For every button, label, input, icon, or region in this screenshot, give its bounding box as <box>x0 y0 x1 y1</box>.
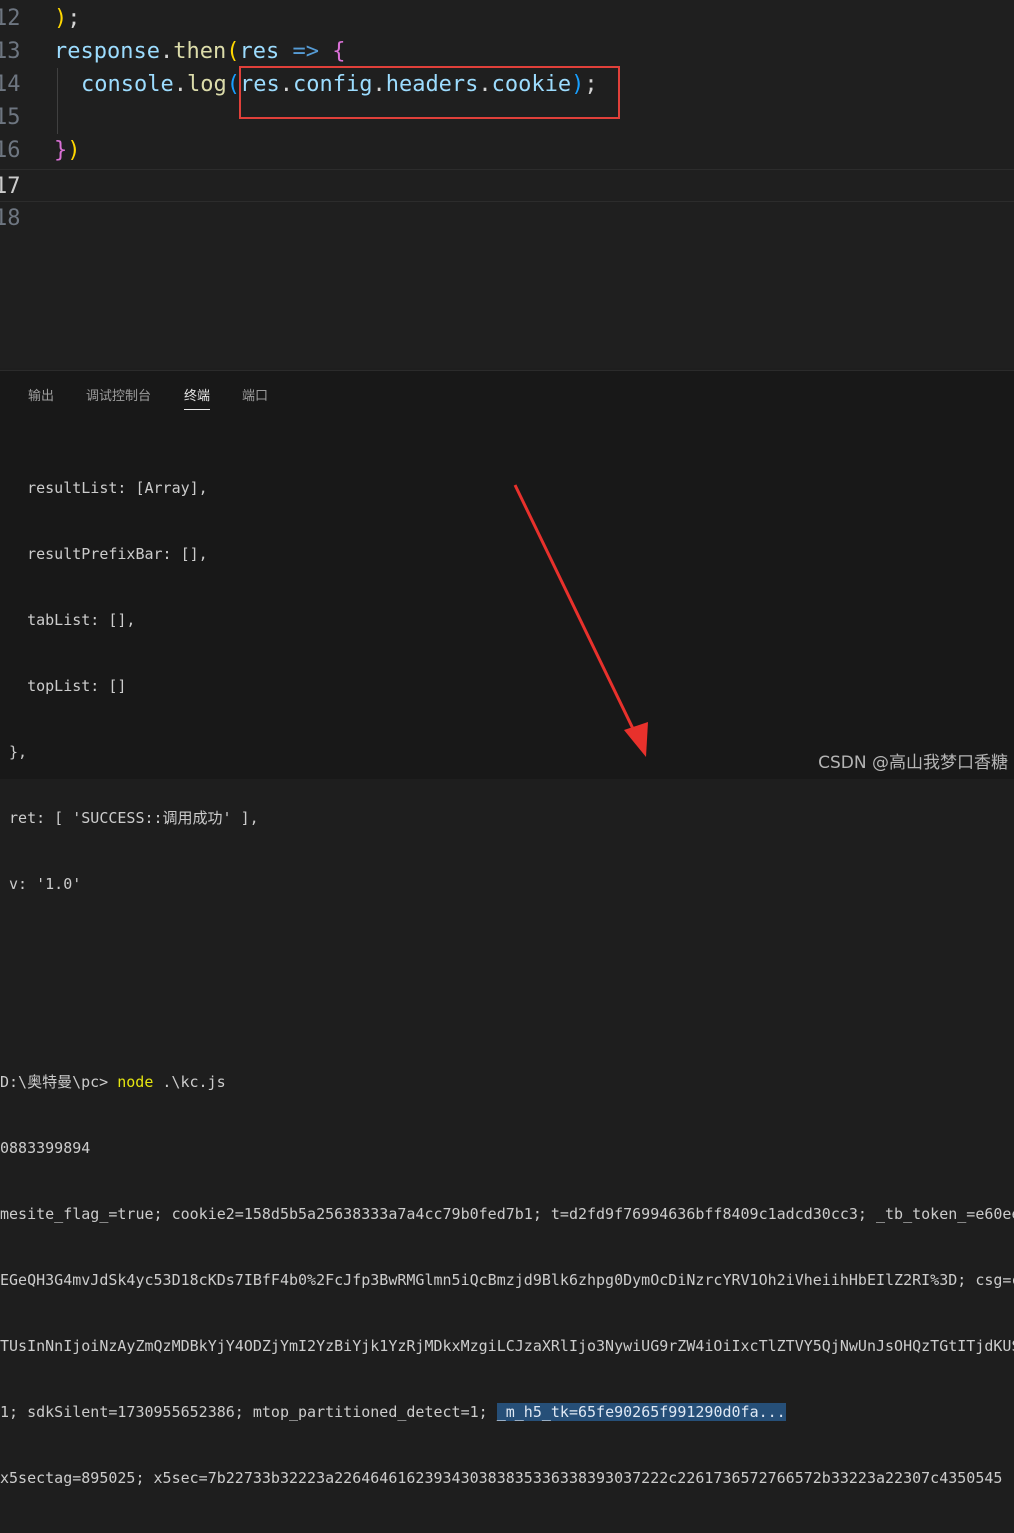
tab-terminal[interactable]: 终端 <box>184 385 211 410</box>
line-number: 15 <box>0 105 21 130</box>
terminal-line: tabList: [], <box>0 611 136 629</box>
code-text: }) <box>54 138 81 163</box>
line-number: 18 <box>0 206 21 231</box>
code-line-12[interactable]: 12 ); <box>0 2 1014 35</box>
code-line-16[interactable]: 16 }) <box>0 134 1014 167</box>
terminal-line: resultList: [Array], <box>0 479 208 497</box>
tab-debug-console[interactable]: 调试控制台 <box>86 385 151 409</box>
tab-ports[interactable]: 端口 <box>242 385 268 409</box>
annotation-highlight-box <box>239 66 620 119</box>
terminal-line: x5sectag=895025; x5sec=7b22733b32223a226… <box>0 1469 1003 1487</box>
bottom-panel: 输出 调试控制台 终端 端口 resultList: [Array], resu… <box>0 370 1014 1487</box>
terminal-line: EGeQH3G4mvJdSk4yc53D18cKDs7IBfF4b0%2FcJf… <box>0 1271 1014 1289</box>
code-line-18[interactable]: 18 <box>0 202 1014 235</box>
code-text: ); <box>54 6 81 31</box>
terminal-line: TUsInNnIjoiNzAyZmQzMDBkYjY4ODZjYmI2YzBiY… <box>0 1337 1014 1355</box>
code-text: response.then(res => { <box>54 39 346 64</box>
terminal-selection-tail[interactable]: ... <box>758 1403 786 1421</box>
watermark: CSDN @高山我梦口香糖 <box>818 753 1008 773</box>
terminal-command: node <box>117 1073 154 1091</box>
line-number: 12 <box>0 6 21 31</box>
terminal-line: v: '1.0' <box>0 875 82 893</box>
terminal-line: ret: [ 'SUCCESS::调用成功' ], <box>0 809 259 827</box>
terminal-line-selected: 1; sdkSilent=1730955652386; mtop_partiti… <box>0 1403 786 1421</box>
terminal-output[interactable]: resultList: [Array], resultPrefixBar: []… <box>0 433 1014 1533</box>
terminal-command-arg: .\kc.js <box>153 1073 226 1091</box>
code-line-13[interactable]: 13 response.then(res => { <box>0 35 1014 68</box>
terminal-line: 0883399894 <box>0 1139 91 1157</box>
tab-output[interactable]: 输出 <box>28 385 54 409</box>
line-number: 16 <box>0 138 21 163</box>
line-number: 13 <box>0 39 21 64</box>
line-number: 14 <box>0 72 21 97</box>
line-number: 17 <box>0 174 21 199</box>
code-editor[interactable]: 12 ); 13 response.then(res => { 14 conso… <box>0 0 1014 368</box>
terminal-prompt: D:\奥特曼\pc> <box>0 1073 118 1091</box>
panel-tabs: 输出 调试控制台 终端 端口 <box>0 371 1014 417</box>
terminal-line: resultPrefixBar: [], <box>0 545 208 563</box>
indent-guide <box>57 68 58 134</box>
code-line-17[interactable]: 17 <box>0 169 1014 202</box>
terminal-line: topList: [] <box>0 677 127 695</box>
terminal-prompt-line: D:\奥特曼\pc> node .\kc.js <box>0 1071 1014 1093</box>
terminal-selection[interactable]: _m_h5_tk=65fe90265f991290d0fa <box>496 1403 759 1421</box>
terminal-line: mesite_flag_=true; cookie2=158d5b5a25638… <box>0 1205 1014 1223</box>
